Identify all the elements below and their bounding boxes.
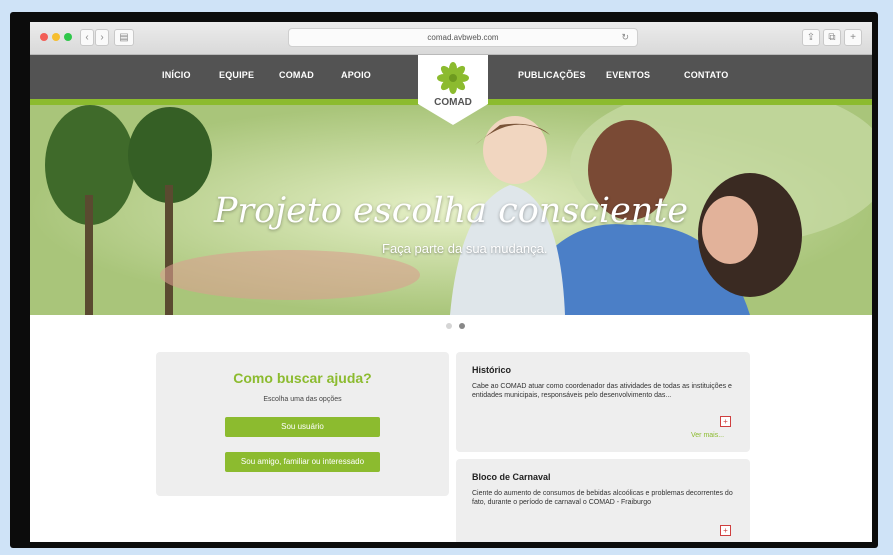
address-bar[interactable]: comad.avbweb.com ↻ <box>288 28 638 47</box>
nav-item-publicacoes[interactable]: PUBLICAÇÕES <box>518 70 586 80</box>
help-subtitle: Escolha uma das opções <box>263 396 342 403</box>
news-title: Histórico <box>472 365 512 375</box>
sidebar-icon[interactable]: ▤ <box>114 29 134 46</box>
maximize-window-button[interactable] <box>64 33 72 41</box>
expand-plus-icon[interactable]: + <box>720 416 731 427</box>
news-body: Cabe ao COMAD atuar como coordenador das… <box>472 383 732 399</box>
hero-subtitle: Faça parte da sua mudança. <box>382 241 548 256</box>
help-card: Como buscar ajuda? Escolha uma das opçõe… <box>156 352 449 496</box>
tabs-icon[interactable]: ⧉ <box>823 29 841 46</box>
browser-window: ‹ › ▤ comad.avbweb.com ↻ ⇪ ⧉ + INÍCIO EQ… <box>30 22 872 542</box>
nav-item-inicio[interactable]: INÍCIO <box>162 70 191 80</box>
back-icon[interactable]: ‹ <box>80 29 94 46</box>
news-card-historico: Histórico Cabe ao COMAD atuar como coord… <box>456 352 750 452</box>
logo-text: COMAD <box>434 97 472 108</box>
carousel-dot-1[interactable] <box>446 323 452 329</box>
expand-plus-icon[interactable]: + <box>720 525 731 536</box>
news-title: Bloco de Carnaval <box>472 472 551 482</box>
logo-flower-icon <box>437 62 469 94</box>
browser-toolbar: ‹ › ▤ comad.avbweb.com ↻ ⇪ ⧉ + <box>30 22 872 55</box>
carousel-dot-2[interactable] <box>459 323 465 329</box>
nav-item-eventos[interactable]: EVENTOS <box>606 70 650 80</box>
friend-family-button[interactable]: Sou amigo, familiar ou interessado <box>225 452 380 472</box>
nav-item-equipe[interactable]: EQUIPE <box>219 70 254 80</box>
minimize-window-button[interactable] <box>52 33 60 41</box>
nav-item-comad[interactable]: COMAD <box>279 70 314 80</box>
news-body: Ciente do aumento de consumos de bebidas… <box>472 490 733 506</box>
hero-banner: Projeto escolha consciente Faça parte da… <box>30 105 872 315</box>
reload-icon[interactable]: ↻ <box>621 29 629 46</box>
nav-item-apoio[interactable]: APOIO <box>341 70 371 80</box>
user-button[interactable]: Sou usuário <box>225 417 380 437</box>
share-icon[interactable]: ⇪ <box>802 29 820 46</box>
forward-icon[interactable]: › <box>95 29 109 46</box>
news-card-carnaval: Bloco de Carnaval Ciente do aumento de c… <box>456 459 750 542</box>
url-text: comad.avbweb.com <box>427 33 499 42</box>
help-title: Como buscar ajuda? <box>233 370 372 386</box>
nav-item-contato[interactable]: CONTATO <box>684 70 728 80</box>
new-tab-icon[interactable]: + <box>844 29 862 46</box>
see-more-link[interactable]: Ver mais... <box>691 432 724 439</box>
close-window-button[interactable] <box>40 33 48 41</box>
hero-title: Projeto escolha consciente <box>213 191 689 231</box>
